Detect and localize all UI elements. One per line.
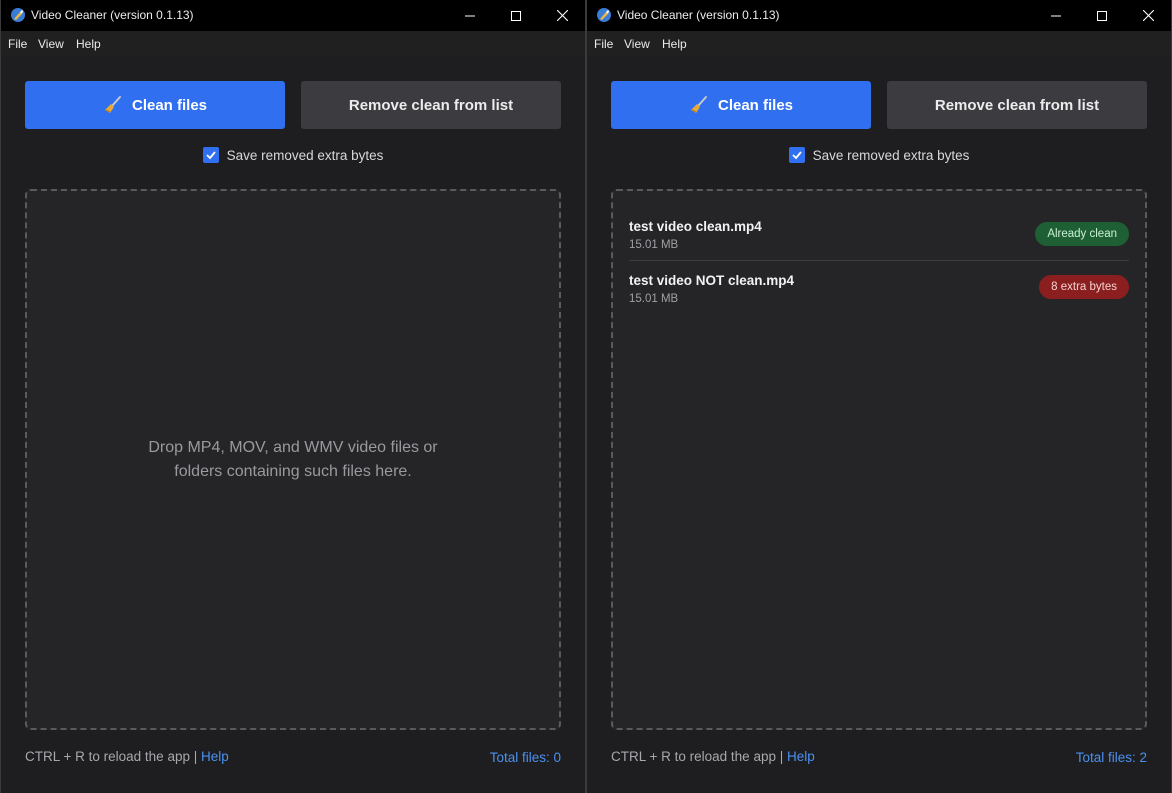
save-bytes-option: Save removed extra bytes: [1, 146, 585, 164]
drop-zone-hint: Drop MP4, MOV, and WMV video files or fo…: [148, 439, 438, 480]
remove-clean-button[interactable]: Remove clean from list: [887, 81, 1147, 129]
broom-icon: [690, 96, 707, 113]
minimize-button[interactable]: [447, 0, 493, 31]
main-content: Clean files Remove clean from list Save …: [587, 56, 1171, 793]
reload-hint: CTRL + R to reload the app | Help: [611, 749, 815, 764]
footer: CTRL + R to reload the app | Help Total …: [25, 749, 561, 767]
total-files-count: Total files: 2: [1075, 750, 1147, 765]
reload-hint: CTRL + R to reload the app | Help: [25, 749, 229, 764]
reload-hint-text: CTRL + R to reload the app |: [611, 749, 784, 764]
status-badge: Already clean: [1035, 222, 1129, 246]
help-link[interactable]: Help: [201, 749, 229, 764]
reload-hint-text: CTRL + R to reload the app |: [25, 749, 198, 764]
close-icon: [1142, 10, 1154, 21]
window-title: Video Cleaner (version 0.1.13): [617, 8, 780, 22]
list-item[interactable]: test video NOT clean.mp4 15.01 MB 8 extr…: [629, 269, 1129, 319]
menu-view[interactable]: View: [38, 37, 64, 51]
window-title: Video Cleaner (version 0.1.13): [31, 8, 194, 22]
menu-file[interactable]: File: [594, 37, 613, 51]
close-button[interactable]: [1125, 0, 1171, 31]
maximize-icon: [511, 10, 521, 21]
menu-help[interactable]: Help: [76, 37, 101, 51]
status-badge: 8 extra bytes: [1039, 275, 1129, 299]
app-icon: [11, 8, 25, 22]
remove-clean-label: Remove clean from list: [348, 96, 514, 114]
close-icon: [556, 10, 568, 21]
clean-files-button[interactable]: Clean files: [25, 81, 285, 129]
save-bytes-label[interactable]: Save removed extra bytes: [813, 148, 970, 163]
minimize-icon: [465, 15, 475, 16]
menu-file[interactable]: File: [8, 37, 27, 51]
file-size: 15.01 MB: [629, 293, 679, 305]
total-files-count: Total files: 0: [489, 750, 561, 765]
checkmark-icon: [791, 151, 802, 160]
clean-files-label: Clean files: [131, 96, 208, 114]
app-window-with-files: Video Cleaner (version 0.1.13) File View…: [586, 0, 1172, 793]
menu-view[interactable]: View: [624, 37, 650, 51]
save-bytes-checkbox[interactable]: [788, 147, 805, 163]
close-button[interactable]: [539, 0, 585, 31]
minimize-icon: [1051, 15, 1061, 16]
file-list[interactable]: test video clean.mp4 15.01 MB Already cl…: [611, 189, 1147, 730]
app-window-empty: Video Cleaner (version 0.1.13) File View…: [0, 0, 586, 793]
maximize-button[interactable]: [493, 0, 539, 31]
main-content: Clean files Remove clean from list Save …: [1, 56, 585, 793]
app-icon: [597, 8, 611, 22]
save-bytes-label[interactable]: Save removed extra bytes: [227, 148, 384, 163]
clean-files-button[interactable]: Clean files: [611, 81, 871, 129]
menu-bar: File View Help: [587, 31, 1171, 56]
checkmark-icon: [205, 151, 216, 160]
footer: CTRL + R to reload the app | Help Total …: [611, 749, 1147, 767]
maximize-icon: [1097, 10, 1107, 21]
file-name: test video clean.mp4: [629, 219, 762, 234]
drop-zone[interactable]: Drop MP4, MOV, and WMV video files or fo…: [25, 189, 561, 730]
title-bar[interactable]: Video Cleaner (version 0.1.13): [1, 0, 585, 31]
menu-help[interactable]: Help: [662, 37, 687, 51]
remove-clean-label: Remove clean from list: [934, 96, 1100, 114]
remove-clean-button[interactable]: Remove clean from list: [301, 81, 561, 129]
broom-icon: [104, 96, 121, 113]
save-bytes-checkbox[interactable]: [202, 147, 219, 163]
file-name: test video NOT clean.mp4: [629, 273, 795, 288]
list-item[interactable]: test video clean.mp4 15.01 MB Already cl…: [629, 215, 1129, 261]
file-size: 15.01 MB: [629, 239, 679, 251]
help-link[interactable]: Help: [787, 749, 815, 764]
save-bytes-option: Save removed extra bytes: [587, 146, 1171, 164]
clean-files-label: Clean files: [717, 96, 794, 114]
title-bar[interactable]: Video Cleaner (version 0.1.13): [587, 0, 1171, 31]
maximize-button[interactable]: [1079, 0, 1125, 31]
menu-bar: File View Help: [1, 31, 585, 56]
minimize-button[interactable]: [1033, 0, 1079, 31]
